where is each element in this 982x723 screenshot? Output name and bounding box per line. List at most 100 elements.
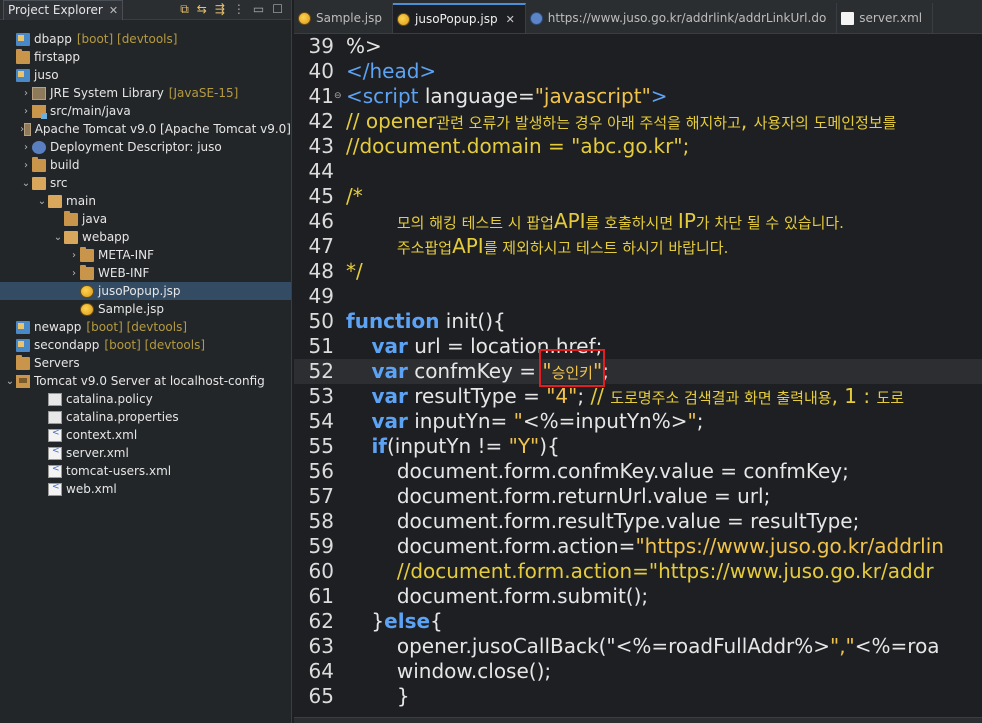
tree-item[interactable]: server.xml — [0, 444, 291, 462]
code-line[interactable]: 42 // opener관련 오류가 발생하는 경우 아래 주석을 해지하고, 사… — [294, 109, 982, 134]
tree-item[interactable]: Servers — [0, 354, 291, 372]
project-tree: dbapp [boot] [devtools] firstapp juso › JRE S… — [0, 30, 291, 498]
tree-item[interactable]: jusoPopup.jsp — [0, 282, 291, 300]
editor-tab-label: server.xml — [859, 11, 923, 25]
close-icon[interactable]: ✕ — [506, 13, 515, 26]
tree-item[interactable]: › build — [0, 156, 291, 174]
code-line[interactable]: 40 </head> — [294, 59, 982, 84]
expand-arrow-icon[interactable]: ⌄ — [52, 232, 64, 243]
collapse-all-icon[interactable]: ⧉ — [180, 2, 189, 17]
editor-tab-bar: Sample.jsp jusoPopup.jsp ✕ https://www.juso… — [294, 0, 982, 34]
code-line[interactable]: 60 //document.form.action="https://www.j… — [294, 559, 982, 584]
editor-tab[interactable]: Sample.jsp — [294, 3, 394, 33]
project-explorer-tab[interactable]: Project Explorer ✕ — [3, 0, 124, 20]
expand-arrow-icon[interactable]: › — [20, 142, 32, 153]
code-text: // opener관련 오류가 발생하는 경우 아래 주석을 해지하고, 사용자… — [346, 109, 897, 133]
code-line[interactable]: 57 document.form.returnUrl.value = url; — [294, 484, 982, 509]
code-line[interactable]: 59 document.form.action="https://www.jus… — [294, 534, 982, 559]
tree-item[interactable]: › META-INF — [0, 246, 291, 264]
expand-arrow-icon[interactable]: › — [20, 160, 32, 171]
expand-arrow-icon[interactable]: › — [20, 106, 32, 117]
tree-item-label: build — [50, 158, 80, 172]
tree-item-decoration: [boot] [devtools] — [86, 320, 188, 334]
line-number: 59 — [308, 534, 334, 558]
code-line[interactable]: 41 ⊖ <script language="javascript"> — [294, 84, 982, 109]
folder-icon — [64, 210, 78, 226]
jsp-file-icon — [298, 11, 311, 25]
code-line[interactable]: 65 } — [294, 684, 982, 709]
tree-item[interactable]: java — [0, 210, 291, 228]
code-line[interactable]: 56 document.form.confmKey.value = confmK… — [294, 459, 982, 484]
code-line[interactable]: 48 */ — [294, 259, 982, 284]
folder-icon — [32, 156, 46, 172]
code-area[interactable]: 39 %> 40 </head> 41 ⊖ <script language="javasc… — [294, 34, 982, 717]
tree-item[interactable]: secondapp [boot] [devtools] — [0, 336, 291, 354]
code-line[interactable]: 58 document.form.resultType.value = resu… — [294, 509, 982, 534]
tree-item[interactable]: › src/main/java — [0, 102, 291, 120]
tree-item[interactable]: dbapp [boot] [devtools] — [0, 30, 291, 48]
expand-arrow-icon[interactable]: › — [68, 250, 80, 261]
line-number: 64 — [308, 659, 334, 683]
close-icon[interactable]: ✕ — [109, 4, 118, 17]
tree-item[interactable]: newapp [boot] [devtools] — [0, 318, 291, 336]
expand-arrow-icon[interactable]: ⌄ — [20, 178, 32, 189]
tree-item-label: META-INF — [98, 248, 155, 262]
file-icon — [48, 392, 62, 406]
tree-item[interactable]: › WEB-INF — [0, 264, 291, 282]
expand-arrow-icon[interactable]: › — [68, 268, 80, 279]
code-line[interactable]: 50 function init(){ — [294, 309, 982, 334]
code-text: document.form.submit(); — [346, 584, 649, 608]
tree-item[interactable]: ⌄ main — [0, 192, 291, 210]
code-line[interactable]: 45 /* — [294, 184, 982, 209]
code-line[interactable]: 46 모의 해킹 테스트 시 팝업API를 호출하시면 IP가 차단 될 수 있… — [294, 209, 982, 234]
code-line[interactable]: 64 window.close(); — [294, 659, 982, 684]
tree-item[interactable]: Sample.jsp — [0, 300, 291, 318]
filter-icon[interactable]: ⇶ — [215, 2, 225, 17]
code-line[interactable]: 54 var inputYn= "<%=inputYn%>"; — [294, 409, 982, 434]
xml-file-icon — [48, 428, 62, 442]
tree-item[interactable]: juso — [0, 66, 291, 84]
editor-tab[interactable]: https://www.juso.go.kr/addrlink/addrLink… — [525, 3, 838, 33]
code-line[interactable]: 55 if(inputYn != "Y"){ — [294, 434, 982, 459]
maximize-icon[interactable]: ☐ — [272, 2, 283, 17]
tree-item[interactable]: › Apache Tomcat v9.0 [Apache Tomcat v9.0] — [0, 120, 291, 138]
fold-toggle-icon[interactable]: ⊖ — [334, 91, 342, 101]
tree-item[interactable]: tomcat-users.xml — [0, 462, 291, 480]
expand-arrow-icon[interactable]: › — [20, 88, 32, 99]
code-line[interactable]: 39 %> — [294, 34, 982, 59]
tree-item[interactable]: catalina.properties — [0, 408, 291, 426]
code-line[interactable]: 52 var confmKey = "승인키"; — [294, 359, 982, 384]
line-number: 56 — [308, 459, 334, 483]
code-text: 주소팝업API를 제외하시고 테스트 하시기 바랍니다. — [396, 234, 729, 258]
expand-arrow-icon[interactable]: ⌄ — [36, 196, 48, 207]
code-line[interactable]: 44 — [294, 159, 982, 184]
code-line[interactable]: 62 }else{ — [294, 609, 982, 634]
tree-item[interactable]: ⌄ src — [0, 174, 291, 192]
code-line[interactable]: 51 var url = location.href; — [294, 334, 982, 359]
tree-item[interactable]: ⌄ webapp — [0, 228, 291, 246]
code-line[interactable]: 47 주소팝업API를 제외하시고 테스트 하시기 바랍니다. — [294, 234, 982, 259]
tree-item[interactable]: firstapp — [0, 48, 291, 66]
link-with-editor-icon[interactable]: ⇆ — [197, 2, 207, 17]
project-explorer-panel: Project Explorer ✕ ⧉ ⇆ ⇶ ⋮ ▭ ☐ dbapp [boo… — [0, 0, 292, 723]
minimize-icon[interactable]: ▭ — [253, 2, 264, 17]
code-line[interactable]: 53 var resultType = "4"; // 도로명주소 검색결과 화… — [294, 384, 982, 409]
tree-item[interactable]: catalina.policy — [0, 390, 291, 408]
code-line[interactable]: 63 opener.jusoCallBack("<%=roadFullAddr%… — [294, 634, 982, 659]
tree-item[interactable]: web.xml — [0, 480, 291, 498]
tree-item-label: Tomcat v9.0 Server at localhost-config — [34, 374, 265, 388]
code-line[interactable]: 49 — [294, 284, 982, 309]
tree-item[interactable]: ⌄ Tomcat v9.0 Server at localhost-config — [0, 372, 291, 390]
editor-tab[interactable]: jusoPopup.jsp ✕ — [393, 3, 526, 33]
editor-tab[interactable]: server.xml — [837, 3, 934, 33]
view-menu-icon[interactable]: ⋮ — [233, 2, 245, 17]
code-line[interactable]: 61 document.form.submit(); — [294, 584, 982, 609]
tree-item-label: newapp — [34, 320, 82, 334]
tree-item[interactable]: › Deployment Descriptor: juso — [0, 138, 291, 156]
tree-item[interactable]: › JRE System Library [JavaSE-15] — [0, 84, 291, 102]
line-number: 48 — [308, 259, 334, 283]
expand-arrow-icon[interactable]: ⌄ — [4, 376, 16, 387]
tree-item[interactable]: context.xml — [0, 426, 291, 444]
code-text: document.form.resultType.value = resultT… — [346, 509, 860, 533]
code-line[interactable]: 43 //document.domain = "abc.go.kr"; — [294, 134, 982, 159]
